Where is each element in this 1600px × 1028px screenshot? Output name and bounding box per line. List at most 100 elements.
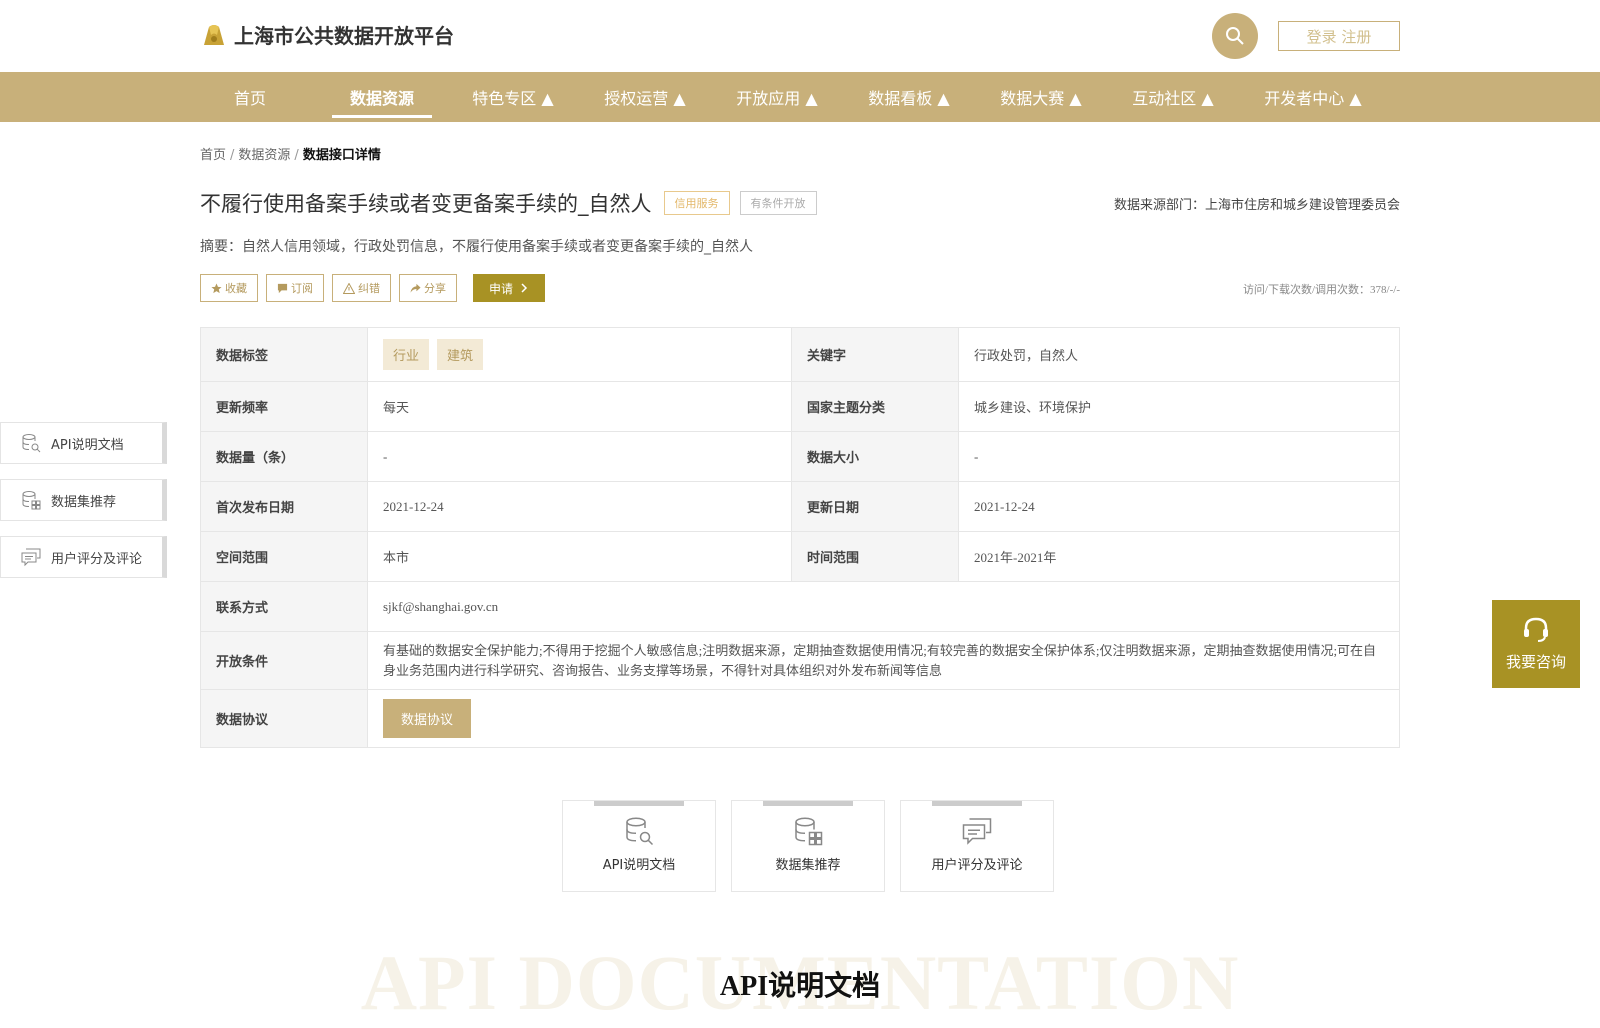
record-count-label: 数据量（条） [200, 431, 368, 482]
tab-label: 数据集推荐 [775, 858, 841, 873]
nav-item-authorized-operation[interactable]: 授权运营 ▲ [594, 72, 696, 122]
contact-label: 联系方式 [200, 581, 368, 632]
subscribe-button[interactable]: 订阅 [266, 274, 324, 302]
first-publish-label: 首次发布日期 [200, 481, 368, 532]
spatial-range-label: 空间范围 [200, 531, 368, 582]
apply-label: 申请 [489, 281, 514, 296]
access-stats: 访问/下载次数/调用次数：378/-/- [1242, 284, 1400, 296]
nav-item-community[interactable]: 互动社区 ▲ [1122, 72, 1224, 122]
chevron-right-icon [521, 283, 528, 293]
breadcrumb: 首页 / 数据资源 / 数据接口详情 [200, 144, 381, 163]
correct-label: 纠错 [358, 282, 380, 295]
tab-dataset-recommend[interactable]: 数据集推荐 [731, 800, 885, 892]
subscribe-label: 订阅 [291, 282, 313, 295]
star-icon [211, 282, 222, 293]
update-frequency-label: 更新频率 [200, 381, 368, 432]
tab-indicator [594, 801, 684, 806]
table-row: 数据量（条） - 数据大小 - [200, 431, 1400, 482]
data-size-value: - [958, 431, 1400, 482]
data-size-label: 数据大小 [791, 431, 959, 482]
collect-button[interactable]: 收藏 [200, 274, 258, 302]
table-row: 数据协议 数据协议 [200, 689, 1400, 748]
tab-api-docs[interactable]: API说明文档 [562, 800, 716, 892]
page-title: 不履行使用备案手续或者变更备案手续的_自然人 [200, 192, 652, 216]
data-protocol-button[interactable]: 数据协议 [383, 699, 472, 738]
section-title: API说明文档 [719, 971, 881, 1002]
update-date-value: 2021-12-24 [958, 481, 1400, 532]
breadcrumb-separator: / [230, 148, 235, 163]
side-nav-dataset-recommend[interactable]: 数据集推荐 [0, 479, 167, 521]
share-icon [410, 283, 421, 293]
share-label: 分享 [424, 282, 446, 295]
comment-icon [21, 548, 41, 567]
action-bar: 收藏 订阅 纠错 分享 申请 [200, 274, 546, 302]
side-nav-user-reviews[interactable]: 用户评分及评论 [0, 536, 167, 578]
category-badge: 信用服务 [663, 191, 730, 215]
national-theme-value: 城乡建设、环境保护 [958, 381, 1400, 432]
tab-indicator [932, 801, 1022, 806]
nav-item-special-zone[interactable]: 特色专区 ▲ [462, 72, 564, 122]
share-button[interactable]: 分享 [399, 274, 457, 302]
keyword-value: 行政处罚，自然人 [958, 327, 1400, 382]
tags-cell: 行业 建筑 [367, 327, 792, 382]
data-tag-chip[interactable]: 行业 [383, 339, 430, 370]
site-logo[interactable]: 上海市公共数据开放平台 [200, 20, 454, 49]
breadcrumb-data-resources[interactable]: 数据资源 [238, 148, 290, 163]
logo-icon [204, 24, 224, 45]
consult-label: 我要咨询 [1505, 652, 1566, 671]
first-publish-value: 2021-12-24 [367, 481, 792, 532]
nav-item-home[interactable]: 首页 [200, 72, 300, 122]
apply-button[interactable]: 申请 [473, 274, 546, 302]
side-nav-label: 数据集推荐 [51, 494, 117, 510]
nav-item-data-resources[interactable]: 数据资源 [332, 72, 432, 122]
side-nav-api-docs[interactable]: API说明文档 [0, 422, 167, 464]
dataset-summary: 摘要：自然人信用领域，行政处罚信息，不履行使用备案手续或者变更备案手续的_自然人 [200, 239, 753, 255]
db-grid-icon [795, 817, 823, 846]
tab-label: 用户评分及评论 [931, 858, 1023, 873]
open-type-badge: 有条件开放 [739, 191, 817, 215]
correct-button[interactable]: 纠错 [332, 274, 391, 302]
contact-email[interactable]: sjkf@shanghai.gov.cn [367, 581, 1400, 632]
update-frequency-value: 每天 [367, 381, 792, 432]
site-title: 上海市公共数据开放平台 [234, 24, 454, 48]
site-header: 上海市公共数据开放平台 登录 注册 [0, 0, 1600, 72]
nav-item-open-apps[interactable]: 开放应用 ▲ [726, 72, 828, 122]
nav-item-data-board[interactable]: 数据看板 ▲ [858, 72, 960, 122]
dataset-title-row: 不履行使用备案手续或者变更备案手续的_自然人 信用服务 有条件开放 [200, 188, 817, 218]
bookmark-icon [277, 283, 288, 293]
update-date-label: 更新日期 [791, 481, 959, 532]
open-conditions-label: 开放条件 [200, 631, 368, 690]
data-protocol-label: 数据协议 [200, 689, 368, 748]
search-button[interactable] [1212, 13, 1258, 59]
data-protocol-cell: 数据协议 [367, 689, 1400, 748]
tab-user-reviews[interactable]: 用户评分及评论 [900, 800, 1054, 892]
side-nav-label: API说明文档 [51, 437, 124, 453]
open-conditions-value: 有基础的数据安全保护能力;不得用于挖掘个人敏感信息;注明数据来源，定期抽查数据使… [367, 631, 1400, 690]
data-tag-chip[interactable]: 建筑 [437, 339, 484, 370]
source-department: 数据来源部门：上海市住房和城乡建设管理委员会 [1113, 198, 1400, 213]
db-grid-icon [22, 491, 41, 510]
consult-button[interactable]: 我要咨询 [1492, 600, 1580, 688]
breadcrumb-home[interactable]: 首页 [200, 148, 226, 163]
collect-label: 收藏 [225, 282, 247, 295]
db-search-icon [22, 434, 41, 453]
table-row: 空间范围 本市 时间范围 2021年-2021年 [200, 531, 1400, 582]
table-row: 更新频率 每天 国家主题分类 城乡建设、环境保护 [200, 381, 1400, 432]
record-count-value: - [367, 431, 792, 482]
nav-item-data-contest[interactable]: 数据大赛 ▲ [990, 72, 1092, 122]
side-nav-label: 用户评分及评论 [51, 551, 143, 567]
breadcrumb-current: 数据接口详情 [302, 148, 381, 163]
table-row: 首次发布日期 2021-12-24 更新日期 2021-12-24 [200, 481, 1400, 532]
search-icon [1226, 27, 1244, 45]
spatial-range-value: 本市 [367, 531, 792, 582]
table-row: 开放条件 有基础的数据安全保护能力;不得用于挖掘个人敏感信息;注明数据来源，定期… [200, 631, 1400, 690]
keyword-label: 关键字 [791, 327, 959, 382]
dataset-info-table: 数据标签 行业 建筑 关键字 行政处罚，自然人 更新频率 每天 国家主题分类 城乡… [200, 327, 1400, 748]
time-range-label: 时间范围 [791, 531, 959, 582]
headset-icon [1524, 617, 1548, 642]
tab-label: API说明文档 [602, 858, 676, 873]
login-register-button[interactable]: 登录 注册 [1278, 21, 1400, 51]
time-range-value: 2021年-2021年 [958, 531, 1400, 582]
national-theme-label: 国家主题分类 [791, 381, 959, 432]
nav-item-developer-center[interactable]: 开发者中心 ▲ [1254, 72, 1372, 122]
